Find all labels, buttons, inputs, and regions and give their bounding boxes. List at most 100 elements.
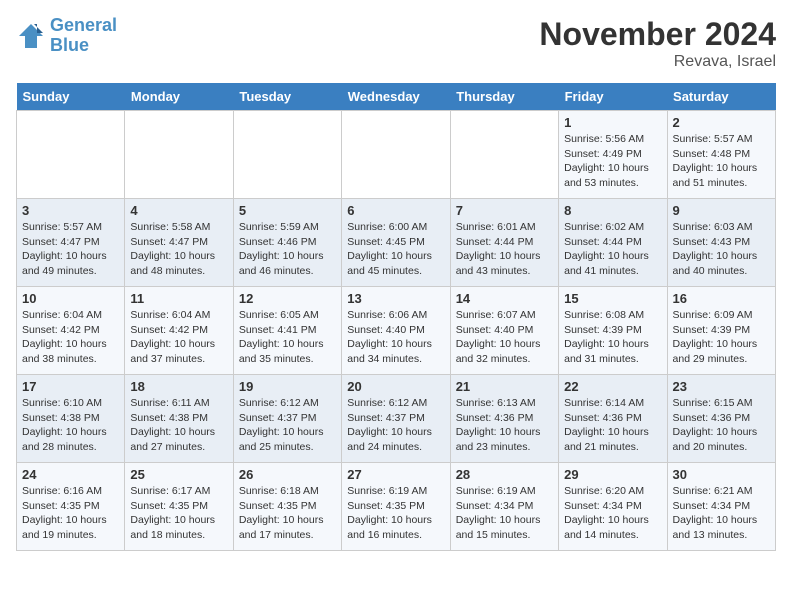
calendar-cell [450, 111, 558, 199]
day-number: 8 [564, 203, 661, 218]
day-info: Sunrise: 6:04 AM Sunset: 4:42 PM Dayligh… [22, 308, 119, 367]
day-number: 14 [456, 291, 553, 306]
calendar-cell: 28 Sunrise: 6:19 AM Sunset: 4:34 PM Dayli… [450, 463, 558, 551]
day-number: 13 [347, 291, 444, 306]
day-info: Sunrise: 6:09 AM Sunset: 4:39 PM Dayligh… [673, 308, 770, 367]
calendar-cell: 18 Sunrise: 6:11 AM Sunset: 4:38 PM Dayli… [125, 375, 233, 463]
day-number: 17 [22, 379, 119, 394]
day-number: 26 [239, 467, 336, 482]
day-info: Sunrise: 6:01 AM Sunset: 4:44 PM Dayligh… [456, 220, 553, 279]
day-number: 24 [22, 467, 119, 482]
title-block: November 2024 Revava, Israel [539, 16, 776, 71]
day-number: 22 [564, 379, 661, 394]
day-number: 23 [673, 379, 770, 394]
logo-line2: Blue [50, 35, 89, 55]
day-number: 20 [347, 379, 444, 394]
calendar-cell: 11 Sunrise: 6:04 AM Sunset: 4:42 PM Dayli… [125, 287, 233, 375]
calendar-cell: 27 Sunrise: 6:19 AM Sunset: 4:35 PM Dayli… [342, 463, 450, 551]
location: Revava, Israel [539, 53, 776, 71]
header-wednesday: Wednesday [342, 83, 450, 111]
logo: General Blue [16, 16, 117, 56]
day-number: 15 [564, 291, 661, 306]
day-info: Sunrise: 6:20 AM Sunset: 4:34 PM Dayligh… [564, 484, 661, 543]
calendar-cell [233, 111, 341, 199]
day-info: Sunrise: 6:05 AM Sunset: 4:41 PM Dayligh… [239, 308, 336, 367]
day-number: 1 [564, 115, 661, 130]
day-info: Sunrise: 6:18 AM Sunset: 4:35 PM Dayligh… [239, 484, 336, 543]
calendar-cell: 13Sunrise: 6:06 AM Sunset: 4:40 PM Dayli… [342, 287, 450, 375]
day-info: Sunrise: 6:19 AM Sunset: 4:34 PM Dayligh… [456, 484, 553, 543]
day-number: 28 [456, 467, 553, 482]
day-number: 2 [673, 115, 770, 130]
calendar-cell [342, 111, 450, 199]
calendar-cell: 17 Sunrise: 6:10 AM Sunset: 4:38 PM Dayli… [17, 375, 125, 463]
calendar-cell: 29 Sunrise: 6:20 AM Sunset: 4:34 PM Dayli… [559, 463, 667, 551]
header-monday: Monday [125, 83, 233, 111]
calendar-cell: 7 Sunrise: 6:01 AM Sunset: 4:44 PM Daylig… [450, 199, 558, 287]
calendar-cell [125, 111, 233, 199]
day-number: 27 [347, 467, 444, 482]
day-info: Sunrise: 5:59 AM Sunset: 4:46 PM Dayligh… [239, 220, 336, 279]
calendar-cell: 21 Sunrise: 6:13 AM Sunset: 4:36 PM Dayli… [450, 375, 558, 463]
day-number: 6 [347, 203, 444, 218]
day-info: Sunrise: 6:11 AM Sunset: 4:38 PM Dayligh… [130, 396, 227, 455]
day-number: 21 [456, 379, 553, 394]
day-number: 12 [239, 291, 336, 306]
day-info: Sunrise: 6:12 AM Sunset: 4:37 PM Dayligh… [347, 396, 444, 455]
day-info: Sunrise: 6:04 AM Sunset: 4:42 PM Dayligh… [130, 308, 227, 367]
day-number: 9 [673, 203, 770, 218]
page-header: General Blue November 2024 Revava, Israe… [16, 16, 776, 71]
logo-line1: General [50, 15, 117, 35]
day-number: 30 [673, 467, 770, 482]
calendar-cell: 6 Sunrise: 6:00 AM Sunset: 4:45 PM Daylig… [342, 199, 450, 287]
day-info: Sunrise: 6:17 AM Sunset: 4:35 PM Dayligh… [130, 484, 227, 543]
day-number: 18 [130, 379, 227, 394]
day-info: Sunrise: 6:00 AM Sunset: 4:45 PM Dayligh… [347, 220, 444, 279]
calendar-cell: 2 Sunrise: 5:57 AM Sunset: 4:48 PM Daylig… [667, 111, 775, 199]
month-year: November 2024 [539, 16, 776, 53]
day-number: 3 [22, 203, 119, 218]
day-number: 4 [130, 203, 227, 218]
day-number: 7 [456, 203, 553, 218]
day-info: Sunrise: 6:13 AM Sunset: 4:36 PM Dayligh… [456, 396, 553, 455]
calendar-cell: 4 Sunrise: 5:58 AM Sunset: 4:47 PM Daylig… [125, 199, 233, 287]
calendar-cell: 1 Sunrise: 5:56 AM Sunset: 4:49 PM Daylig… [559, 111, 667, 199]
day-info: Sunrise: 5:56 AM Sunset: 4:49 PM Dayligh… [564, 132, 661, 191]
day-info: Sunrise: 5:58 AM Sunset: 4:47 PM Dayligh… [130, 220, 227, 279]
day-info: Sunrise: 6:02 AM Sunset: 4:44 PM Dayligh… [564, 220, 661, 279]
calendar-cell: 3 Sunrise: 5:57 AM Sunset: 4:47 PM Daylig… [17, 199, 125, 287]
day-info: Sunrise: 6:15 AM Sunset: 4:36 PM Dayligh… [673, 396, 770, 455]
day-number: 29 [564, 467, 661, 482]
day-info: Sunrise: 6:16 AM Sunset: 4:35 PM Dayligh… [22, 484, 119, 543]
calendar-cell [17, 111, 125, 199]
day-number: 25 [130, 467, 227, 482]
day-info: Sunrise: 6:03 AM Sunset: 4:43 PM Dayligh… [673, 220, 770, 279]
header-sunday: Sunday [17, 83, 125, 111]
day-info: Sunrise: 5:57 AM Sunset: 4:47 PM Dayligh… [22, 220, 119, 279]
day-info: Sunrise: 6:14 AM Sunset: 4:36 PM Dayligh… [564, 396, 661, 455]
calendar-table: Sunday Monday Tuesday Wednesday Thursday… [16, 83, 776, 551]
calendar-cell: 22 Sunrise: 6:14 AM Sunset: 4:36 PM Dayli… [559, 375, 667, 463]
header-saturday: Saturday [667, 83, 775, 111]
calendar-cell: 14Sunrise: 6:07 AM Sunset: 4:40 PM Dayli… [450, 287, 558, 375]
calendar-cell: 24 Sunrise: 6:16 AM Sunset: 4:35 PM Dayli… [17, 463, 125, 551]
day-number: 11 [130, 291, 227, 306]
calendar-week-row: 1 Sunrise: 5:56 AM Sunset: 4:49 PM Daylig… [17, 111, 776, 199]
day-info: Sunrise: 6:12 AM Sunset: 4:37 PM Dayligh… [239, 396, 336, 455]
day-number: 19 [239, 379, 336, 394]
calendar-cell: 25 Sunrise: 6:17 AM Sunset: 4:35 PM Dayli… [125, 463, 233, 551]
day-info: Sunrise: 6:08 AM Sunset: 4:39 PM Dayligh… [564, 308, 661, 367]
day-info: Sunrise: 6:21 AM Sunset: 4:34 PM Dayligh… [673, 484, 770, 543]
header-thursday: Thursday [450, 83, 558, 111]
calendar-cell: 16Sunrise: 6:09 AM Sunset: 4:39 PM Dayli… [667, 287, 775, 375]
logo-icon [16, 21, 46, 51]
day-info: Sunrise: 5:57 AM Sunset: 4:48 PM Dayligh… [673, 132, 770, 191]
calendar-cell: 23 Sunrise: 6:15 AM Sunset: 4:36 PM Dayli… [667, 375, 775, 463]
calendar-cell: 19 Sunrise: 6:12 AM Sunset: 4:37 PM Dayli… [233, 375, 341, 463]
calendar-cell: 10Sunrise: 6:04 AM Sunset: 4:42 PM Dayli… [17, 287, 125, 375]
day-info: Sunrise: 6:10 AM Sunset: 4:38 PM Dayligh… [22, 396, 119, 455]
calendar-cell: 30 Sunrise: 6:21 AM Sunset: 4:34 PM Dayli… [667, 463, 775, 551]
calendar-cell: 20 Sunrise: 6:12 AM Sunset: 4:37 PM Dayli… [342, 375, 450, 463]
calendar-week-row: 10Sunrise: 6:04 AM Sunset: 4:42 PM Dayli… [17, 287, 776, 375]
day-info: Sunrise: 6:19 AM Sunset: 4:35 PM Dayligh… [347, 484, 444, 543]
